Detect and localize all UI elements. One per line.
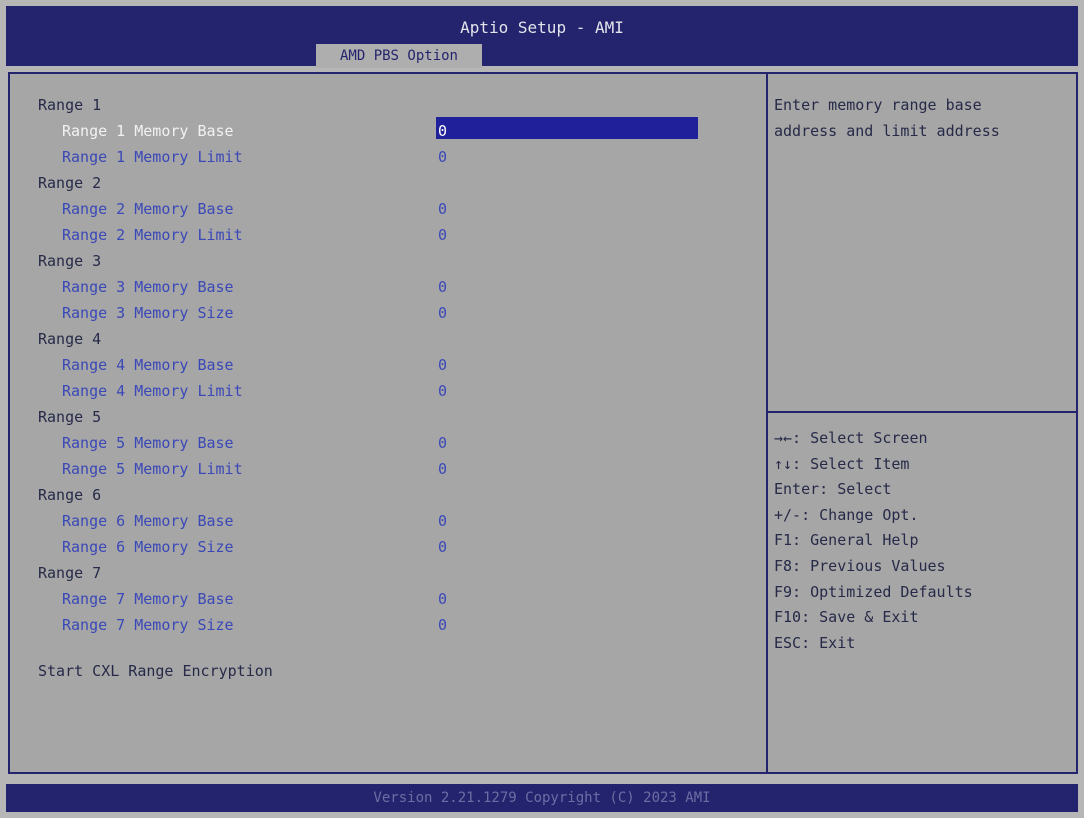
selection-highlight — [436, 117, 698, 139]
value-range-7-memory-base[interactable]: 0 — [438, 586, 447, 612]
setting-range-5-memory-limit[interactable]: Range 5 Memory Limit — [62, 456, 243, 482]
setting-range-4-memory-base[interactable]: Range 4 Memory Base — [62, 352, 234, 378]
setting-range-2-memory-base[interactable]: Range 2 Memory Base — [62, 196, 234, 222]
key-hint-optimized-defaults: F9: Optimized Defaults — [774, 582, 973, 601]
key-hint-change-opt: +/-: Change Opt. — [774, 505, 919, 524]
setting-range-5-memory-base[interactable]: Range 5 Memory Base — [62, 430, 234, 456]
value-range-3-memory-base[interactable]: 0 — [438, 274, 447, 300]
title-bar: Aptio Setup - AMI AMD PBS Option — [6, 6, 1078, 68]
setting-range-1-memory-base[interactable]: Range 1 Memory Base — [62, 118, 234, 144]
tab-amd-pbs-option[interactable]: AMD PBS Option — [316, 44, 482, 68]
value-range-4-memory-base[interactable]: 0 — [438, 352, 447, 378]
value-range-5-memory-limit[interactable]: 0 — [438, 456, 447, 482]
key-legend: →←: Select Screen ↑↓: Select Item Enter:… — [774, 426, 1070, 656]
help-panel: Enter memory range base address and limi… — [774, 92, 1070, 144]
setting-range-3-memory-size[interactable]: Range 3 Memory Size — [62, 300, 234, 326]
key-hint-save-exit: F10: Save & Exit — [774, 608, 919, 627]
value-range-4-memory-limit[interactable]: 0 — [438, 378, 447, 404]
app-title: Aptio Setup - AMI — [460, 18, 624, 37]
footer-version: Version 2.21.1279 Copyright (C) 2023 AMI — [6, 784, 1078, 812]
value-range-6-memory-base[interactable]: 0 — [438, 508, 447, 534]
setting-range-6-memory-base[interactable]: Range 6 Memory Base — [62, 508, 234, 534]
group-label-range-3: Range 3 — [38, 252, 102, 270]
key-hint-enter: Enter: Select — [774, 480, 892, 499]
setting-range-3-memory-base[interactable]: Range 3 Memory Base — [62, 274, 234, 300]
group-label-range-5: Range 5 — [38, 408, 102, 426]
vertical-divider — [766, 74, 768, 772]
value-range-6-memory-size[interactable]: 0 — [438, 534, 447, 560]
setting-range-6-memory-size[interactable]: Range 6 Memory Size — [62, 534, 234, 560]
value-range-2-memory-limit[interactable]: 0 — [438, 222, 447, 248]
key-hint-exit: ESC: Exit — [774, 633, 856, 652]
main-frame: Range 1 Range 1 Memory Base 0 Range 1 Me… — [8, 72, 1078, 774]
setting-range-7-memory-size[interactable]: Range 7 Memory Size — [62, 612, 234, 638]
key-hint-general-help: F1: General Help — [774, 531, 919, 550]
value-range-1-memory-base[interactable]: 0 — [438, 118, 447, 144]
group-label-range-2: Range 2 — [38, 174, 102, 192]
key-hint-previous-values: F8: Previous Values — [774, 556, 946, 575]
value-range-3-memory-size[interactable]: 0 — [438, 300, 447, 326]
value-range-5-memory-base[interactable]: 0 — [438, 430, 447, 456]
setting-range-1-memory-limit[interactable]: Range 1 Memory Limit — [62, 144, 243, 170]
setting-range-2-memory-limit[interactable]: Range 2 Memory Limit — [62, 222, 243, 248]
help-text-line: Enter memory range base — [774, 96, 982, 114]
group-label-range-6: Range 6 — [38, 486, 102, 504]
value-range-2-memory-base[interactable]: 0 — [438, 196, 447, 222]
value-range-7-memory-size[interactable]: 0 — [438, 612, 447, 638]
key-hint-select-screen: →←: Select Screen — [774, 429, 928, 447]
start-cxl-range-encryption-action[interactable]: Start CXL Range Encryption — [38, 658, 273, 684]
value-range-1-memory-limit[interactable]: 0 — [438, 144, 447, 170]
group-label-range-1: Range 1 — [38, 96, 102, 114]
group-label-range-4: Range 4 — [38, 330, 102, 348]
key-hint-select-item: ↑↓: Select Item — [774, 454, 910, 473]
help-divider — [768, 411, 1076, 413]
group-label-range-7: Range 7 — [38, 564, 102, 582]
setting-range-4-memory-limit[interactable]: Range 4 Memory Limit — [62, 378, 243, 404]
setting-range-7-memory-base[interactable]: Range 7 Memory Base — [62, 586, 234, 612]
help-text-line: address and limit address — [774, 122, 1000, 140]
